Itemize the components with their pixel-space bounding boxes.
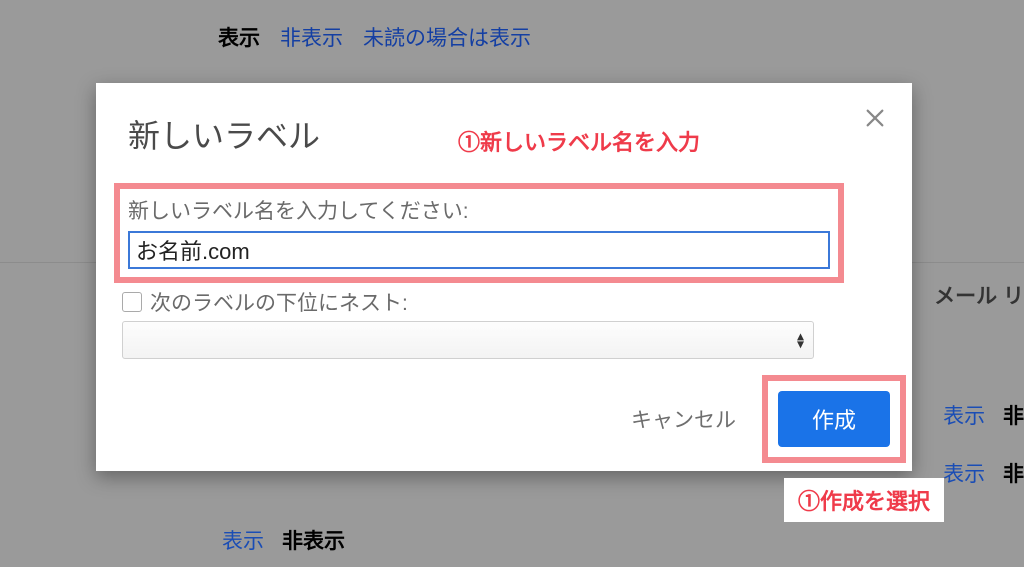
close-icon	[864, 107, 886, 134]
bg-show-2: 表示	[943, 405, 985, 428]
nest-option-row: 次のラベルの下位にネスト:	[122, 287, 408, 317]
parent-label-select-wrap: ▴▾	[122, 321, 814, 359]
bg-bottom-options: 表示 非表示	[222, 525, 345, 555]
create-button-highlight: 作成	[762, 375, 906, 463]
bg-display-options: 表示 非表示 未読の場合は表示	[218, 22, 531, 52]
annotation-step2: ①作成を選択	[798, 489, 930, 514]
bg-bottom-show: 表示	[222, 525, 264, 555]
bg-hide: 非表示	[280, 22, 343, 52]
label-name-highlight: 新しいラベル名を入力してください:	[114, 183, 844, 283]
bg-bottom-hide: 非表示	[282, 525, 345, 555]
close-button[interactable]	[862, 107, 888, 133]
bg-show-3: 表示	[943, 463, 985, 486]
label-name-prompt: 新しいラベル名を入力してください:	[128, 195, 830, 225]
bg-mail-label: メール リ	[934, 280, 1024, 310]
dialog-actions: キャンセル 作成	[611, 375, 906, 463]
create-button[interactable]: 作成	[778, 391, 890, 447]
parent-label-select[interactable]	[122, 321, 814, 359]
label-name-input[interactable]	[128, 231, 830, 269]
bg-unread: 未読の場合は表示	[363, 22, 531, 52]
nest-label: 次のラベルの下位にネスト:	[150, 287, 408, 317]
nest-checkbox[interactable]	[122, 292, 142, 312]
cancel-button[interactable]: キャンセル	[611, 390, 756, 448]
new-label-dialog: 新しいラベル ①新しいラベル名を入力 新しいラベル名を入力してください: 次のラ…	[96, 83, 912, 471]
bg-hide-2: 非	[1003, 405, 1024, 428]
bg-hide-3: 非	[1003, 463, 1024, 486]
bg-show: 表示	[218, 22, 260, 52]
annotation-step2-wrap: ①作成を選択	[784, 478, 944, 522]
bg-right-options: 表示 非 表示 非	[943, 400, 1024, 516]
annotation-step1: ①新しいラベル名を入力	[458, 125, 700, 157]
